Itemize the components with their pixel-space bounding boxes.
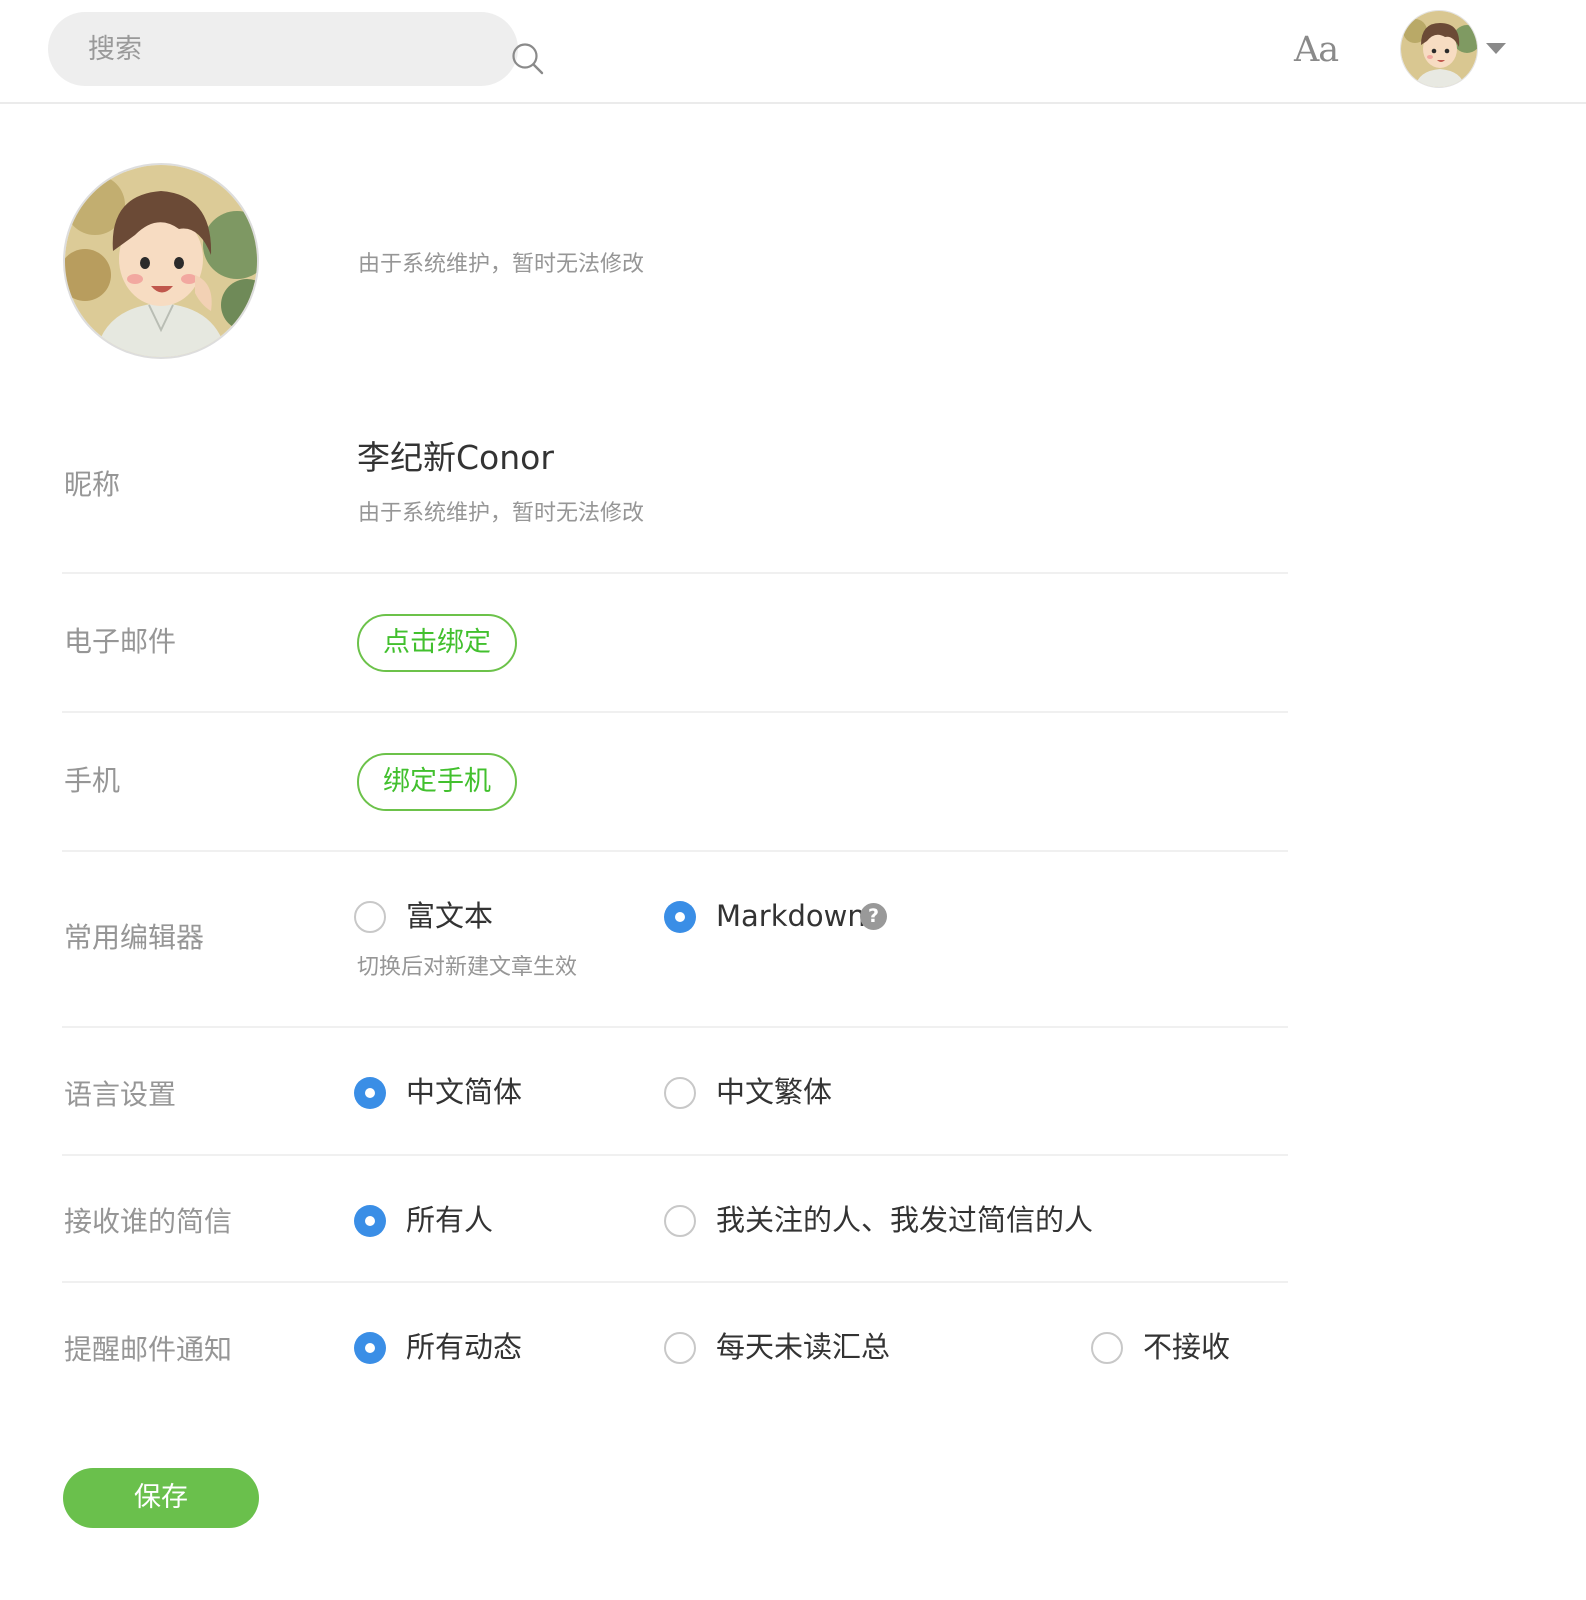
- email-label: 电子邮件: [64, 625, 177, 658]
- radio-everyone[interactable]: [354, 1205, 386, 1237]
- option-label[interactable]: 不接收: [1143, 1328, 1230, 1366]
- radio-simplified-chinese[interactable]: [354, 1077, 386, 1109]
- avatar-image: [65, 165, 257, 357]
- option-label[interactable]: 所有人: [406, 1201, 493, 1239]
- divider: [62, 572, 1288, 574]
- nickname-label: 昵称: [64, 468, 121, 501]
- option-label[interactable]: 我关注的人、我发过简信的人: [716, 1201, 1093, 1239]
- dropdown-caret-icon[interactable]: [1486, 43, 1506, 54]
- profile-avatar[interactable]: [63, 163, 259, 359]
- bind-email-button[interactable]: 点击绑定: [357, 614, 517, 672]
- option-label[interactable]: Markdown: [716, 897, 866, 935]
- editor-hint: 切换后对新建文章生效: [357, 955, 578, 980]
- nickname-hint: 由于系统维护，暂时无法修改: [358, 501, 645, 526]
- save-button[interactable]: 保存: [63, 1468, 259, 1528]
- option-label[interactable]: 中文简体: [406, 1073, 522, 1111]
- option-label[interactable]: 每天未读汇总: [716, 1328, 890, 1366]
- search-input[interactable]: [88, 12, 448, 86]
- top-navbar: Aa: [0, 0, 1586, 104]
- radio-following-only[interactable]: [664, 1205, 696, 1237]
- user-avatar[interactable]: [1400, 10, 1478, 88]
- search-icon[interactable]: [511, 42, 545, 76]
- avatar-image: [1401, 11, 1477, 87]
- divider: [62, 711, 1288, 713]
- bind-phone-button[interactable]: 绑定手机: [357, 753, 517, 811]
- font-setting-icon[interactable]: Aa: [1294, 26, 1344, 76]
- editor-label: 常用编辑器: [64, 921, 205, 954]
- option-label[interactable]: 富文本: [406, 897, 493, 935]
- divider: [62, 1026, 1288, 1028]
- radio-markdown[interactable]: [664, 901, 696, 933]
- nickname-value: 李纪新Conor: [357, 438, 554, 477]
- search-box[interactable]: [48, 12, 544, 86]
- divider: [62, 850, 1288, 852]
- radio-traditional-chinese[interactable]: [664, 1077, 696, 1109]
- option-label[interactable]: 所有动态: [406, 1328, 522, 1366]
- divider: [62, 1281, 1288, 1283]
- option-label[interactable]: 中文繁体: [716, 1073, 832, 1111]
- email-notify-label: 提醒邮件通知: [64, 1333, 233, 1366]
- language-label: 语言设置: [64, 1078, 177, 1111]
- radio-daily-digest[interactable]: [664, 1332, 696, 1364]
- divider: [62, 1154, 1288, 1156]
- messages-label: 接收谁的简信: [64, 1205, 233, 1238]
- phone-label: 手机: [64, 764, 121, 797]
- radio-no-email[interactable]: [1091, 1332, 1123, 1364]
- radio-all-activity[interactable]: [354, 1332, 386, 1364]
- help-icon[interactable]: ?: [860, 903, 887, 930]
- avatar-hint: 由于系统维护，暂时无法修改: [358, 252, 645, 277]
- radio-rich-text[interactable]: [354, 901, 386, 933]
